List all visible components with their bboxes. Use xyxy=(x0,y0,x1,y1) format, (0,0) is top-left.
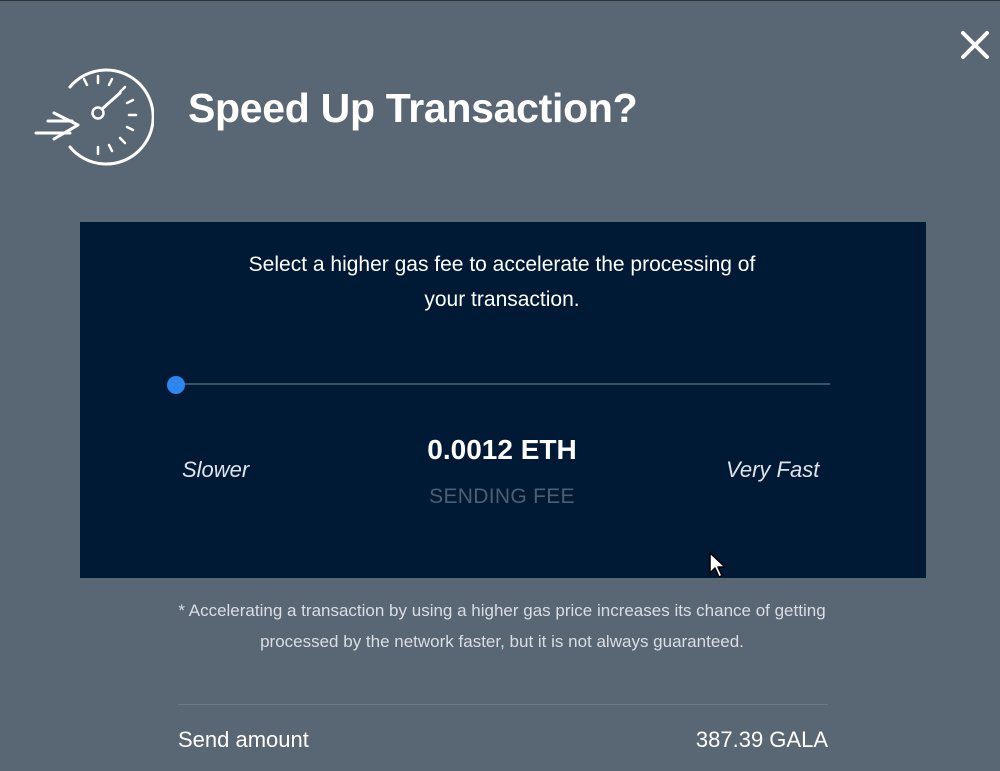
acceleration-note: * Accelerating a transaction by using a … xyxy=(0,595,1000,657)
send-amount-label: Send amount xyxy=(178,727,309,752)
instruction-line-1: Select a higher gas fee to accelerate th… xyxy=(248,253,756,276)
close-icon xyxy=(961,31,989,59)
gas-fee-slider-track[interactable] xyxy=(176,383,830,385)
speedometer-arrow-icon xyxy=(32,59,155,167)
dialog-title: Speed Up Transaction? xyxy=(188,85,638,131)
note-line-2: processed by the network faster, but it … xyxy=(260,632,744,651)
instruction-line-2: your transaction. xyxy=(424,288,580,311)
sending-fee-caption: SENDING FEE xyxy=(429,485,575,508)
summary-divider xyxy=(178,704,828,705)
note-line-1: * Accelerating a transaction by using a … xyxy=(178,601,826,620)
mouse-pointer-icon xyxy=(709,552,726,578)
instruction-text: Select a higher gas fee to accelerate th… xyxy=(0,247,1000,317)
send-amount-value: 387.39 GALA xyxy=(695,727,828,752)
speed-up-dialog: Speed Up Transaction? Select a higher ga… xyxy=(0,0,1000,771)
close-button[interactable] xyxy=(955,25,995,65)
gas-fee-slider-thumb[interactable] xyxy=(167,376,185,394)
sending-fee-value: 0.0012 ETH xyxy=(427,434,577,465)
